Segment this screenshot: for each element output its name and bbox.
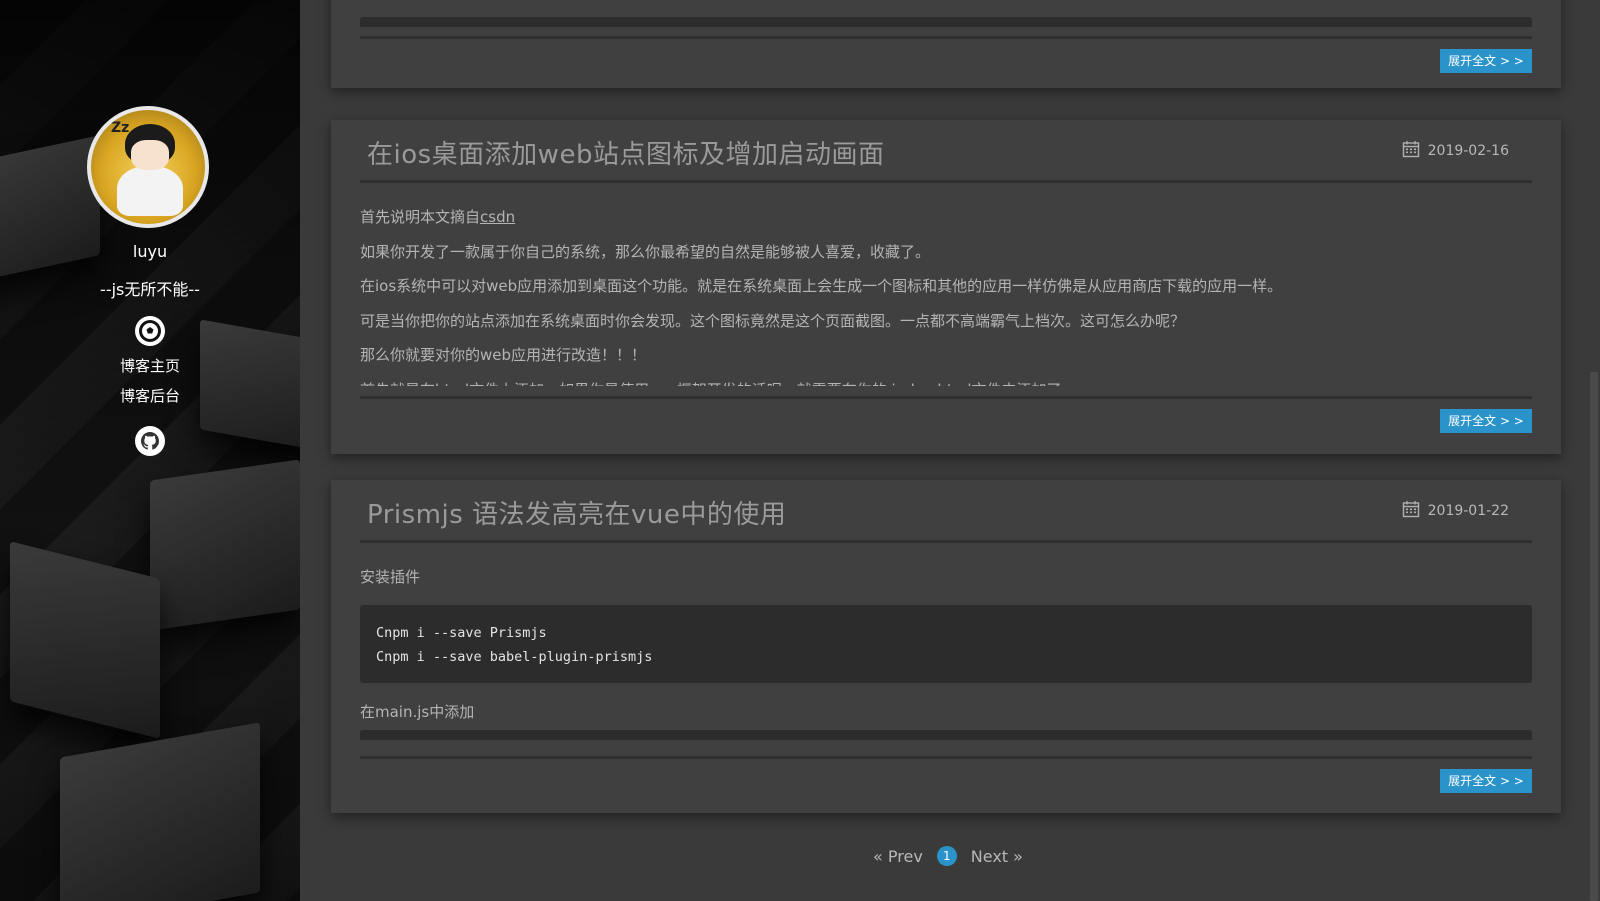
- background-cube: [60, 722, 260, 901]
- post-paragraph: 首先就是在html文件上添加，如果你是使用vue框架开发的话呢，就需要在你的 i…: [360, 373, 1532, 387]
- sidebar-link-blog-admin[interactable]: 博客后台: [0, 385, 300, 406]
- post-header: Prismjs 语法发高亮在vue中的使用 2019-01-22: [360, 480, 1532, 543]
- background-cube: [150, 459, 300, 631]
- code-line: Cnpm i --save Prismjs: [376, 624, 547, 641]
- current-page-badge[interactable]: 1: [936, 846, 957, 866]
- post-paragraph: 那么你就要对你的web应用进行改造！！！: [360, 346, 647, 364]
- expand-full-text-button[interactable]: 展开全文 > >: [1440, 409, 1532, 433]
- soccer-ball-icon[interactable]: [135, 316, 165, 346]
- post-card: 在ios桌面添加web站点图标及增加启动画面 2019-02-16 首先说明本文…: [331, 120, 1561, 454]
- sidebar: Zz luyu --js无所不能-- 博客主页 博客后台: [0, 0, 300, 901]
- scrollbar-thumb[interactable]: [1590, 372, 1598, 901]
- card-divider: [360, 756, 1532, 759]
- post-excerpt: 安装插件 Cnpm i --save Prismjs Cnpm i --save…: [360, 560, 1532, 746]
- prev-page-link[interactable]: « Prev: [873, 847, 923, 866]
- sidebar-link-blog-home[interactable]: 博客主页: [0, 355, 300, 376]
- expand-full-text-button[interactable]: 展开全文 > >: [1440, 769, 1532, 793]
- intro-text: 首先说明本文摘自: [360, 208, 481, 226]
- post-paragraph: 可是当你把你的站点添加在系统桌面时你会发现。这个图标竟然是这个页面截图。一点都不…: [360, 311, 1186, 330]
- post-date: 2019-01-22: [1402, 500, 1509, 522]
- post-paragraph: 在main.js中添加: [360, 702, 475, 721]
- blog-author-name: luyu: [132, 242, 168, 261]
- post-title[interactable]: 在ios桌面添加web站点图标及增加启动画面: [367, 134, 884, 171]
- blog-motto: --js无所不能--: [100, 280, 200, 299]
- pagination: « Prev 1 Next »: [873, 846, 1023, 866]
- post-date-text: 2019-01-22: [1427, 503, 1509, 519]
- post-header: 在ios桌面添加web站点图标及增加启动画面 2019-02-16: [360, 120, 1532, 183]
- card-divider: [360, 36, 1532, 39]
- post-paragraph: 首先说明本文摘自csdn: [360, 200, 1532, 235]
- code-block-edge: [360, 730, 1532, 740]
- code-block: Cnpm i --save Prismjs Cnpm i --save babe…: [360, 604, 1532, 683]
- post-paragraph: 安装插件: [360, 568, 421, 586]
- post-date: 2019-02-16: [1402, 140, 1509, 162]
- code-block-edge: [360, 17, 1532, 27]
- avatar: Zz: [87, 106, 209, 228]
- next-page-link[interactable]: Next »: [971, 847, 1023, 866]
- code-line: Cnpm i --save babel-plugin-prismjs: [376, 648, 653, 665]
- expand-full-text-button[interactable]: 展开全文 > >: [1440, 49, 1532, 73]
- calendar-icon: [1402, 500, 1420, 522]
- post-excerpt: 首先说明本文摘自csdn 如果你开发了一款属于你自己的系统，那么你最希望的自然是…: [360, 200, 1532, 386]
- post-card: Prismjs 语法发高亮在vue中的使用 2019-01-22 安装插件 Cn…: [331, 480, 1561, 813]
- card-divider: [360, 396, 1532, 399]
- background-cube: [10, 541, 160, 739]
- calendar-icon: [1402, 140, 1420, 162]
- background-cube: [0, 135, 100, 285]
- source-link[interactable]: csdn: [480, 208, 515, 226]
- post-paragraph: 在ios系统中可以对web应用添加到桌面这个功能。就是在系统桌面上会生成一个图标…: [360, 277, 1283, 295]
- post-date-text: 2019-02-16: [1427, 143, 1509, 159]
- post-card-previous: 展开全文 > >: [331, 0, 1561, 88]
- post-paragraph: 如果你开发了一款属于你自己的系统，那么你最希望的自然是能够被人喜爱，收藏了。: [360, 242, 931, 261]
- post-title[interactable]: Prismjs 语法发高亮在vue中的使用: [367, 494, 786, 531]
- github-icon[interactable]: [135, 426, 165, 456]
